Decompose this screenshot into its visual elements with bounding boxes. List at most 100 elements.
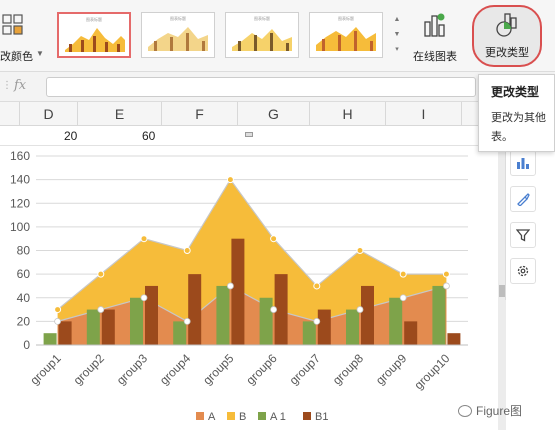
bar-series-a1 [130, 297, 143, 345]
x-tick-label: group10 [411, 351, 452, 392]
wechat-icon [458, 405, 472, 417]
online-chart-icon [424, 13, 445, 37]
series-a-marker [183, 317, 191, 325]
filter-icon [516, 229, 530, 242]
x-tick-label: group9 [373, 351, 410, 388]
x-tick-label: group6 [243, 351, 280, 388]
chart-style-button[interactable] [510, 186, 536, 212]
legend-label: A [208, 411, 216, 423]
tooltip-title: 更改类型 [491, 85, 540, 99]
series-b-marker [399, 270, 407, 278]
change-type-button[interactable]: 更改类型 [472, 5, 542, 67]
bar-series-a1 [216, 285, 230, 345]
change-chart-type-icon [496, 13, 517, 37]
series-a-marker [399, 294, 407, 302]
change-color-label: 改颜色 [0, 51, 33, 63]
bar-series-b1 [404, 321, 418, 345]
gear-icon [517, 265, 529, 277]
chevron-up-icon[interactable]: ▲ [392, 12, 402, 27]
column-header-e[interactable]: E [78, 102, 162, 126]
chart-settings-button[interactable] [510, 258, 536, 284]
bar-series-b1 [188, 274, 202, 345]
bar-chart-icon [517, 158, 529, 169]
column-header-partial[interactable] [0, 102, 20, 126]
bar-series-a1 [86, 309, 100, 345]
series-b-marker [356, 247, 364, 254]
chart-style-thumbnail-2[interactable]: 图表标题 [141, 12, 215, 58]
online-chart-button[interactable]: 在线图表 [406, 8, 464, 64]
combo-chart: 020406080100120140160group1 group2 group3 g… [10, 149, 468, 423]
series-b-marker [97, 270, 105, 278]
chart-area[interactable]: 0 20 40 60 80 100 120 140 160 group1 group2 group3 g… [0, 146, 496, 435]
series-a-marker [270, 306, 278, 313]
bar-series-a1 [389, 297, 403, 345]
column-header-h[interactable]: H [310, 102, 386, 126]
chart-elements-button[interactable] [510, 150, 536, 176]
formula-input[interactable] [46, 77, 476, 97]
chart-filter-button[interactable] [510, 222, 536, 248]
legend-swatch [196, 412, 204, 420]
column-header-d[interactable]: D [20, 102, 78, 126]
series-b-marker [270, 235, 278, 243]
legend-label: A 1 [270, 411, 286, 423]
bar-series-b1 [447, 333, 461, 345]
change-color-button[interactable]: 改颜色 ▼ [0, 8, 50, 64]
chart-style-thumbnail-1[interactable]: 图表标题 [57, 12, 131, 58]
y-tick-label: 40 [17, 291, 31, 305]
x-tick-label: group3 [114, 351, 151, 388]
bar-series-b1 [317, 309, 331, 345]
series-a-marker [226, 282, 234, 290]
y-tick-label: 60 [17, 267, 31, 281]
column-header-i[interactable]: I [386, 102, 462, 126]
chart-style-thumbnail-4[interactable]: 图表标题 [309, 12, 383, 58]
y-tick-label: 160 [10, 149, 30, 163]
ribbon-toolbar: 改颜色 ▼ 图表标题 图表标题 图表标题 图表标题 ▲ ▼ ▾ 在线图表 更改类… [0, 0, 555, 72]
series-b-marker [226, 176, 234, 184]
series-b-marker [54, 306, 62, 314]
bar-series-b1 [101, 309, 115, 345]
column-header-g[interactable]: G [238, 102, 310, 126]
series-a-marker [442, 282, 450, 290]
x-tick-label: group1 [27, 351, 64, 388]
name-box-dropdown-icon[interactable]: ⋮ [2, 80, 12, 91]
y-tick-label: 100 [10, 220, 30, 234]
brush-icon [517, 193, 530, 206]
spreadsheet-row: 20 60 [0, 126, 490, 146]
watermark-text: Figure图 [476, 404, 523, 418]
series-a-marker [97, 306, 105, 313]
thumbnail-preview-icon [65, 28, 125, 52]
chevron-down-icon: ▼ [36, 49, 44, 58]
bar-series-a1 [173, 321, 187, 345]
change-type-label: 更改类型 [485, 47, 529, 59]
x-tick-label: group4 [157, 351, 194, 388]
chart-resize-handle[interactable] [245, 132, 253, 137]
gallery-scroll[interactable]: ▲ ▼ ▾ [392, 12, 402, 58]
bar-series-a1 [43, 333, 57, 345]
series-a-marker [313, 317, 321, 325]
cell-value[interactable]: 20 [64, 129, 77, 143]
bar-series-a1 [302, 321, 316, 345]
chart-style-thumbnail-3[interactable]: 图表标题 [225, 12, 299, 58]
series-a-marker [54, 317, 61, 325]
series-a-marker [356, 306, 364, 313]
watermark: Figure图 [458, 402, 522, 419]
more-icon[interactable]: ▾ [392, 42, 402, 57]
color-palette-icon [2, 14, 23, 35]
y-tick-label: 0 [23, 338, 30, 352]
x-tick-label: group2 [71, 351, 108, 388]
bar-series-a1 [432, 285, 446, 345]
legend-label: B [239, 411, 246, 423]
online-chart-label: 在线图表 [413, 51, 457, 63]
bar-series-b1 [145, 285, 158, 345]
tooltip-description: 更改为其他表。 [491, 112, 546, 143]
legend-swatch [303, 412, 311, 420]
fx-icon[interactable]: fx [14, 78, 26, 93]
x-tick-label: group5 [200, 351, 237, 388]
cell-value[interactable]: 60 [142, 129, 155, 143]
legend-label: B1 [315, 411, 328, 423]
change-type-tooltip: 更改类型 更改为其他表。 [478, 74, 555, 152]
thumbnail-preview-icon [316, 27, 376, 51]
chevron-down-icon[interactable]: ▼ [392, 27, 402, 42]
column-header-f[interactable]: F [162, 102, 238, 126]
y-tick-label: 140 [10, 173, 30, 187]
